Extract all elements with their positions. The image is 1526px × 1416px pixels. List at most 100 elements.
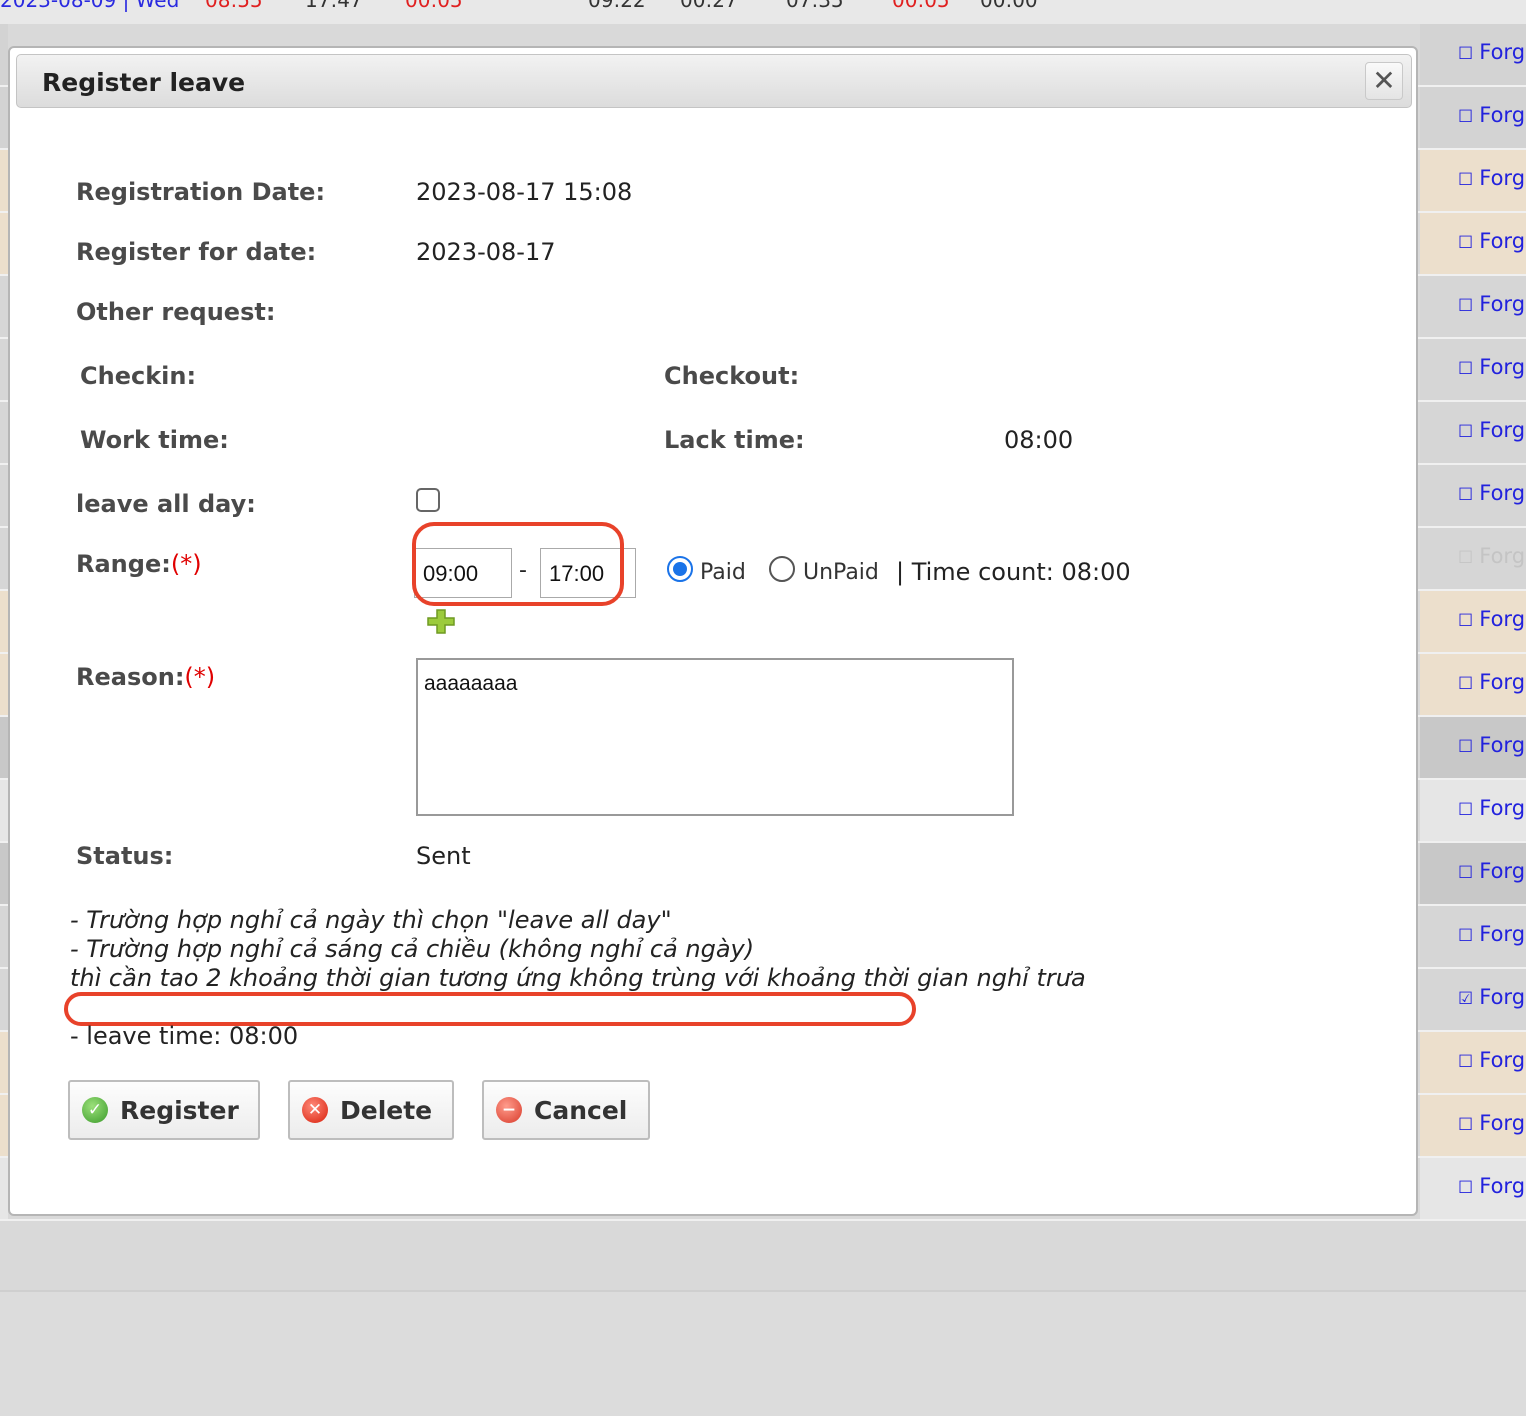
forgot-link-label: Forg <box>1479 418 1526 442</box>
leave-all-day-label: leave all day: <box>76 490 256 518</box>
register-button[interactable]: ✓ Register <box>68 1080 260 1140</box>
delete-button[interactable]: ✕ Delete <box>288 1080 454 1140</box>
forgot-link[interactable]: ☐ Forg <box>1458 229 1525 253</box>
checkbox-icon[interactable]: ☐ <box>1458 926 1473 946</box>
top-row-cell: 09:22 <box>588 0 646 12</box>
row-left-cell <box>0 87 8 148</box>
forgot-link[interactable]: ☐ Forg <box>1458 1174 1525 1198</box>
checkbox-icon[interactable]: ☐ <box>1458 1115 1473 1135</box>
paid-radio[interactable] <box>667 556 693 582</box>
forgot-link-label: Forg <box>1479 1048 1526 1072</box>
leave-all-day-checkbox[interactable] <box>416 488 440 512</box>
plus-icon[interactable] <box>426 608 456 634</box>
unpaid-radio[interactable] <box>769 556 795 582</box>
checkbox-icon[interactable]: ☐ <box>1458 485 1473 505</box>
registration-date-value: 2023-08-17 15:08 <box>416 178 633 206</box>
forgot-link-label: Forg <box>1479 733 1526 757</box>
forgot-link-label: Forg <box>1479 670 1526 694</box>
forgot-link-label: Forg <box>1479 292 1526 316</box>
status-label: Status: <box>76 842 174 870</box>
register-for-date-value: 2023-08-17 <box>416 238 556 266</box>
cancel-button[interactable]: − Cancel <box>482 1080 650 1140</box>
checkbox-icon[interactable]: ☐ <box>1458 737 1473 757</box>
forgot-link[interactable]: ☐ Forg <box>1458 796 1525 820</box>
forgot-link-label: Forg <box>1479 481 1526 505</box>
row-left-cell <box>0 213 8 274</box>
range-highlight-annotation <box>412 522 624 606</box>
checkbox-icon[interactable]: ☐ <box>1458 107 1473 127</box>
delete-button-label: Delete <box>340 1096 433 1125</box>
checked-box-icon[interactable]: ☑ <box>1458 989 1473 1009</box>
forgot-link-label: Forg <box>1479 607 1526 631</box>
checkbox-icon[interactable]: ☐ <box>1458 422 1473 442</box>
close-icon[interactable]: ✕ <box>1365 62 1403 100</box>
checkbox-icon[interactable]: ☐ <box>1458 170 1473 190</box>
forgot-link[interactable]: ☐ Forg <box>1458 544 1525 568</box>
required-mark: (*) <box>184 663 216 691</box>
forgot-link-label: Forg <box>1479 1111 1526 1135</box>
forgot-link[interactable]: ☐ Forg <box>1458 1111 1525 1135</box>
forgot-link[interactable]: ☐ Forg <box>1458 103 1525 127</box>
note-line: - Trường hợp nghỉ cả ngày thì chọn "leav… <box>70 906 672 934</box>
note-line: thì cần tao 2 khoảng thời gian tương ứng… <box>70 964 1086 992</box>
row-left-cell <box>0 906 8 967</box>
other-request-label: Other request: <box>76 298 276 326</box>
forgot-link[interactable]: ☐ Forg <box>1458 607 1525 631</box>
forgot-link[interactable]: ☐ Forg <box>1458 292 1525 316</box>
top-row-cell: 08:55 <box>205 0 263 12</box>
checkout-label: Checkout: <box>664 362 800 390</box>
minus-circle-icon: − <box>496 1097 522 1123</box>
checkbox-icon[interactable]: ☐ <box>1458 674 1473 694</box>
forgot-link[interactable]: ☑ Forg <box>1458 985 1525 1009</box>
forgot-link[interactable]: ☐ Forg <box>1458 859 1525 883</box>
forgot-link[interactable]: ☐ Forg <box>1458 670 1525 694</box>
checkbox-icon[interactable]: ☐ <box>1458 548 1473 568</box>
note-line: - Trường hợp nghỉ cả sáng cả chiều (khôn… <box>70 935 755 963</box>
forgot-link[interactable]: ☐ Forg <box>1458 418 1525 442</box>
checkbox-icon[interactable]: ☐ <box>1458 863 1473 883</box>
forgot-link[interactable]: ☐ Forg <box>1458 355 1525 379</box>
checkbox-icon[interactable]: ☐ <box>1458 1052 1473 1072</box>
checkbox-icon[interactable]: ☐ <box>1458 1178 1473 1198</box>
checkbox-icon[interactable]: ☐ <box>1458 611 1473 631</box>
checkbox-icon[interactable]: ☐ <box>1458 800 1473 820</box>
paid-label: Paid <box>700 560 746 585</box>
checkbox-icon[interactable]: ☐ <box>1458 359 1473 379</box>
row-left-cell <box>0 654 8 715</box>
forgot-link[interactable]: ☐ Forg <box>1458 40 1525 64</box>
register-leave-dialog: Register leave ✕ Registration Date: 2023… <box>8 46 1418 1216</box>
forgot-link[interactable]: ☐ Forg <box>1458 166 1525 190</box>
time-count-text: | Time count: 08:00 <box>896 558 1131 586</box>
row-left-cell <box>0 1032 8 1093</box>
status-value: Sent <box>416 842 471 870</box>
forgot-link-label: Forg <box>1479 859 1526 883</box>
forgot-link[interactable]: ☐ Forg <box>1458 481 1525 505</box>
row-left-cell <box>0 780 8 841</box>
checkbox-icon[interactable]: ☐ <box>1458 296 1473 316</box>
work-time-label: Work time: <box>80 426 229 454</box>
row-left-cell <box>0 24 8 85</box>
forgot-link-label: Forg <box>1479 796 1526 820</box>
forgot-link[interactable]: ☐ Forg <box>1458 1048 1525 1072</box>
instruction-notes: - Trường hợp nghỉ cả ngày thì chọn "leav… <box>70 906 1086 993</box>
row-left-cell <box>0 1158 8 1219</box>
forgot-link-label: Forg <box>1479 355 1526 379</box>
top-row-cell: 00:05 <box>405 0 463 12</box>
checkbox-icon[interactable]: ☐ <box>1458 233 1473 253</box>
forgot-link-label: Forg <box>1479 229 1526 253</box>
check-icon: ✓ <box>82 1097 108 1123</box>
forgot-link[interactable]: ☐ Forg <box>1458 733 1525 757</box>
forgot-link-label: Forg <box>1479 985 1526 1009</box>
top-row-cell: 00:05 <box>892 0 950 12</box>
row-left-cell <box>0 150 8 211</box>
top-row-cell: 07:35 <box>786 0 844 12</box>
reason-textarea[interactable]: aaaaaaaa <box>416 658 1014 816</box>
row-left-cell <box>0 528 8 589</box>
notes-highlight-annotation <box>64 992 916 1026</box>
forgot-link-label: Forg <box>1479 40 1526 64</box>
registration-date-label: Registration Date: <box>76 178 326 206</box>
forgot-link[interactable]: ☐ Forg <box>1458 922 1525 946</box>
checkbox-icon[interactable]: ☐ <box>1458 44 1473 64</box>
top-row-cell: 00:00 <box>980 0 1038 12</box>
dialog-titlebar[interactable]: Register leave ✕ <box>16 54 1412 108</box>
